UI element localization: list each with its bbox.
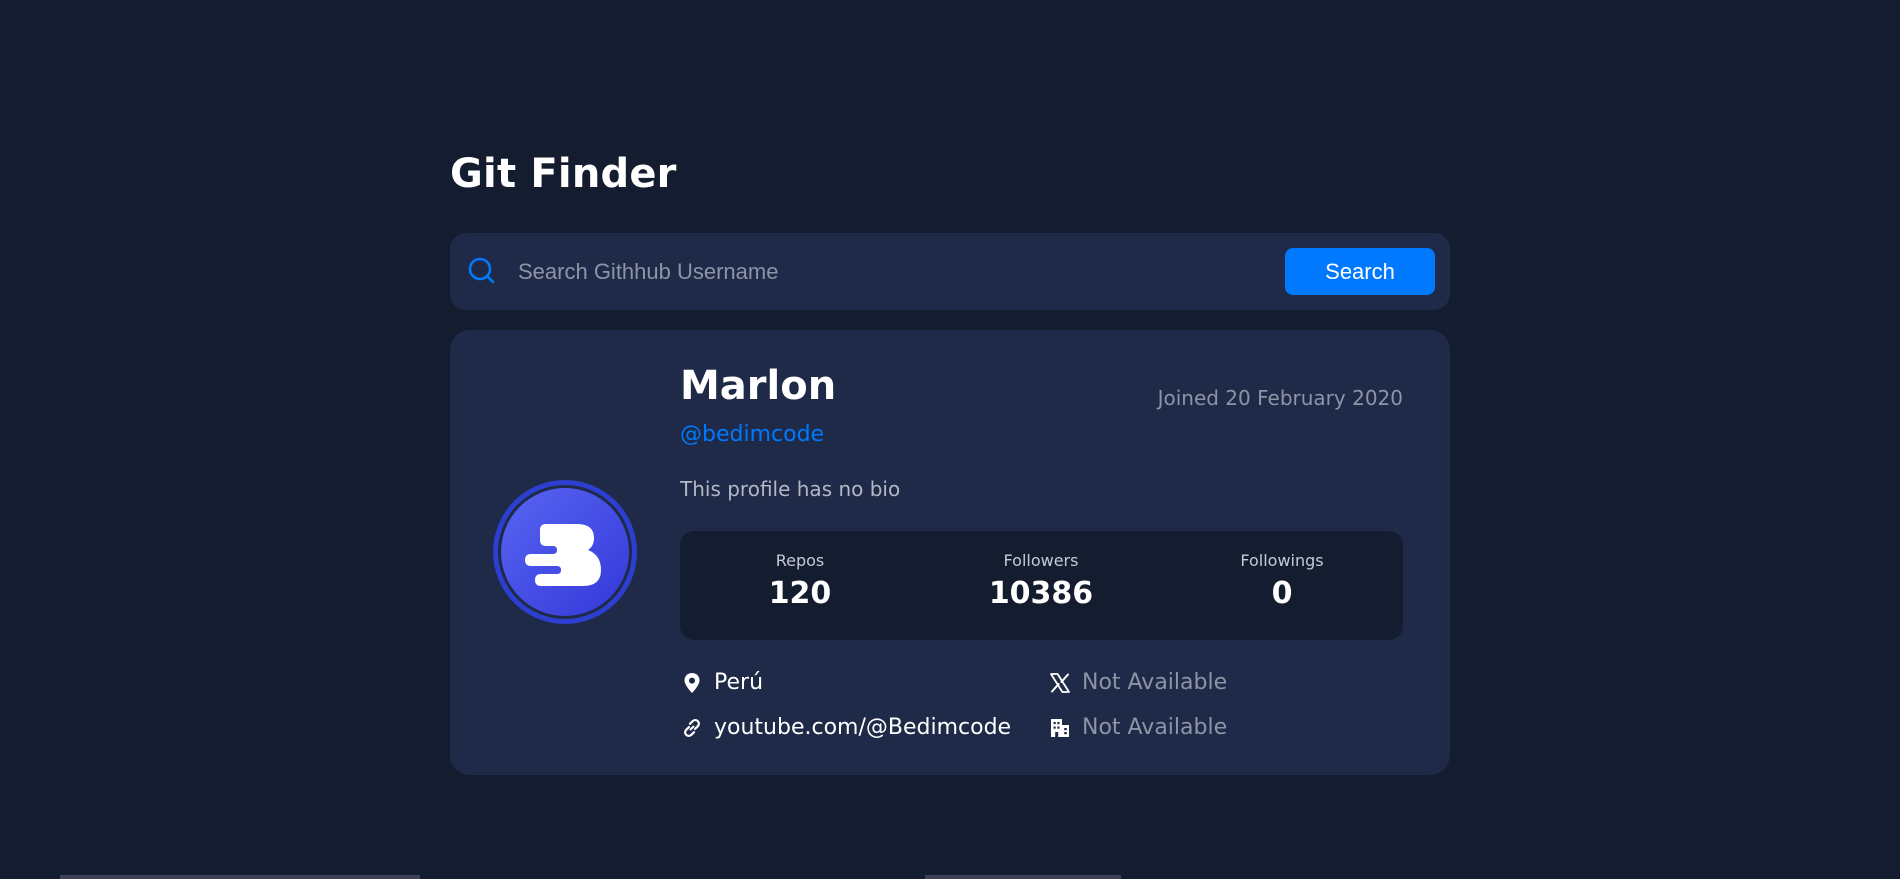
company-text: Not Available [1082, 715, 1228, 740]
search-bar: Search [450, 233, 1450, 310]
building-icon [1051, 718, 1069, 737]
stats-panel: Repos 120 Followers 10386 Followings 0 [680, 531, 1403, 640]
scrollbar-thumb[interactable] [925, 875, 1121, 879]
x-logo-icon [1050, 672, 1070, 693]
stat-value: 0 [1271, 576, 1293, 611]
blog-link-text[interactable]: youtube.com/@Bedimcode [714, 715, 1011, 740]
location-pin-icon [684, 672, 700, 693]
info-blog[interactable]: youtube.com/@Bedimcode [680, 715, 1011, 740]
app-title: Git Finder [450, 151, 677, 197]
stat-label: Repos [775, 551, 825, 570]
stat-label: Followings [1240, 551, 1324, 570]
twitter-text: Not Available [1082, 670, 1228, 695]
profile-card: Marlon Joined 20 February 2020 @bedimcod… [450, 330, 1450, 775]
search-icon [468, 257, 495, 284]
profile-bio: This profile has no bio [680, 477, 901, 501]
info-company: Not Available [1048, 715, 1227, 740]
stat-value: 120 [768, 576, 832, 611]
info-twitter: Not Available [1048, 670, 1227, 695]
joined-date: Joined 20 February 2020 [1157, 386, 1403, 410]
scrollbar-thumb[interactable] [60, 875, 420, 879]
search-button[interactable]: Search [1285, 248, 1435, 295]
avatar [493, 480, 637, 624]
link-icon [684, 718, 700, 737]
stat-value: 10386 [988, 576, 1094, 611]
stat-label: Followers [1003, 551, 1079, 570]
stat-followers: Followers 10386 [941, 551, 1141, 613]
search-input[interactable] [518, 251, 1118, 293]
stat-followings: Followings 0 [1182, 551, 1382, 613]
profile-name: Marlon [680, 363, 837, 409]
profile-handle-link[interactable]: @bedimcode [680, 422, 824, 447]
stat-repos: Repos 120 [700, 551, 900, 613]
location-text: Perú [714, 670, 764, 695]
info-location: Perú [680, 670, 763, 695]
